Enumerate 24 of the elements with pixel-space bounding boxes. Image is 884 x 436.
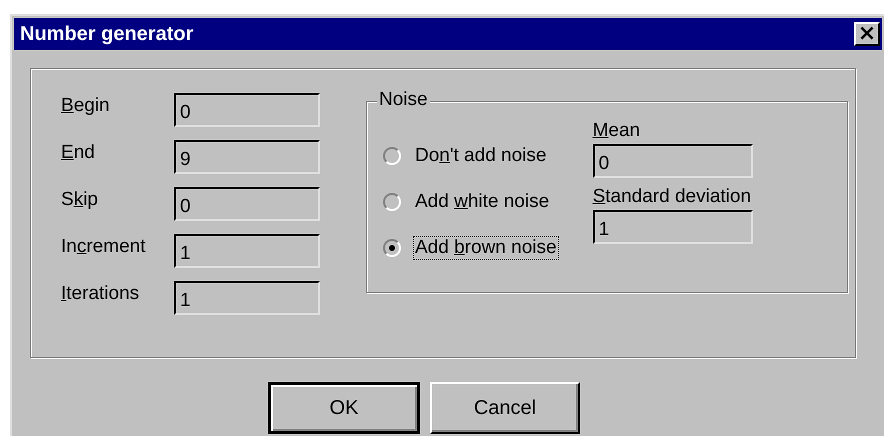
close-button[interactable]: × bbox=[854, 22, 880, 46]
input-field[interactable]: 1 bbox=[174, 281, 320, 315]
input-field[interactable]: 1 bbox=[592, 210, 753, 244]
input-field[interactable]: 9 bbox=[174, 140, 320, 174]
field-label: Iterations bbox=[61, 282, 140, 305]
input-field[interactable]: 1 bbox=[174, 234, 320, 268]
field-label: Standard deviation bbox=[592, 186, 752, 208]
field-label: Begin bbox=[61, 94, 111, 117]
radio-label[interactable]: Add white noise bbox=[413, 190, 552, 214]
radio-label[interactable]: Add brown noise bbox=[413, 236, 559, 260]
radio-label[interactable]: Don't add noise bbox=[413, 144, 548, 168]
cancel-button[interactable]: Cancel bbox=[430, 382, 580, 434]
field-label: Skip bbox=[61, 188, 99, 211]
input-field[interactable]: 0 bbox=[174, 187, 320, 221]
radio-button[interactable] bbox=[383, 147, 401, 165]
field-label: Mean bbox=[592, 120, 642, 142]
radio-button[interactable] bbox=[383, 193, 401, 211]
radio-button[interactable] bbox=[383, 239, 401, 257]
input-field[interactable]: 0 bbox=[174, 93, 320, 127]
input-field[interactable]: 0 bbox=[592, 144, 753, 178]
field-label: Increment bbox=[61, 235, 146, 258]
ok-button[interactable]: OK bbox=[268, 382, 420, 434]
field-label: End bbox=[61, 141, 96, 164]
window-title: Number generator bbox=[20, 22, 194, 46]
